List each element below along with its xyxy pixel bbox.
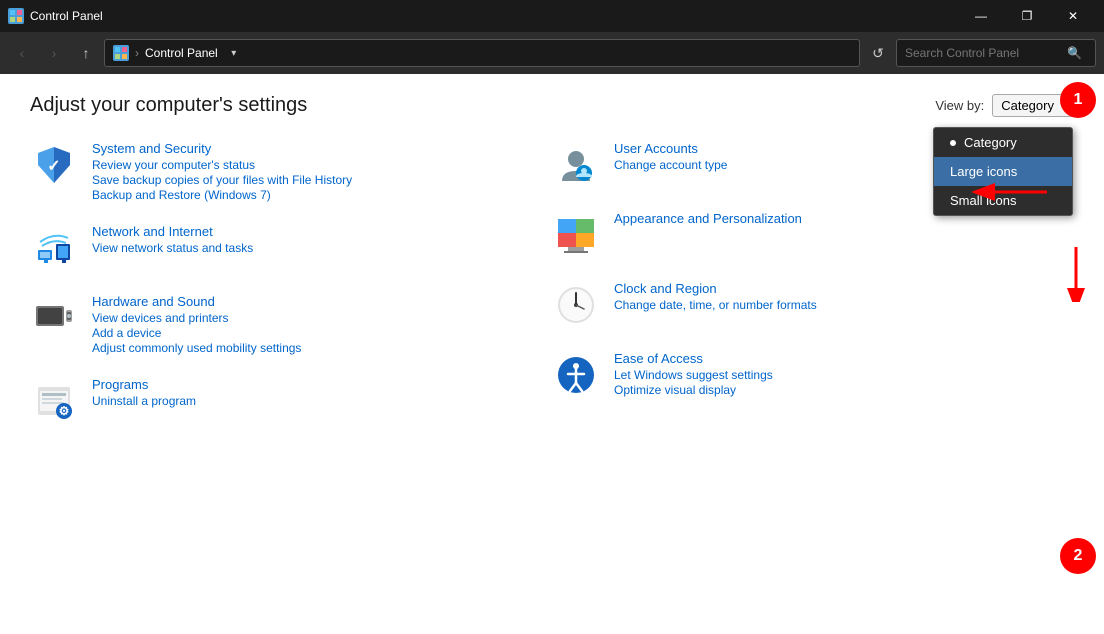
- window-title: Control Panel: [30, 9, 103, 23]
- view-by-value: Category: [1001, 98, 1054, 113]
- page-title: Adjust your computer's settings: [30, 94, 307, 117]
- appearance-item: Appearance and Personalization: [552, 211, 1074, 259]
- svg-text:✓: ✓: [47, 158, 60, 175]
- forward-button[interactable]: ›: [40, 39, 68, 67]
- search-icon[interactable]: 🔍: [1067, 46, 1087, 60]
- clock-formats-link[interactable]: Change date, time, or number formats: [614, 298, 817, 312]
- window-controls: — ❐ ✕: [958, 0, 1096, 32]
- hardware-sound-item: Hardware and Sound View devices and prin…: [30, 294, 552, 355]
- network-content: Network and Internet View network status…: [92, 224, 253, 255]
- annotation-1: 1: [1060, 82, 1096, 118]
- network-title[interactable]: Network and Internet: [92, 224, 253, 239]
- category-dot: [950, 140, 956, 146]
- view-by-menu: Category Large icons Small icons: [933, 127, 1073, 216]
- programs-title[interactable]: Programs: [92, 377, 196, 392]
- user-accounts-icon: [552, 141, 600, 189]
- ease-content: Ease of Access Let Windows suggest setti…: [614, 351, 773, 397]
- system-security-item: ✓ System and Security Review your comput…: [30, 141, 552, 202]
- arrow-to-large-icons: [1066, 242, 1086, 302]
- large-icons-label: Large icons: [950, 164, 1017, 179]
- appearance-title[interactable]: Appearance and Personalization: [614, 211, 802, 226]
- appearance-content: Appearance and Personalization: [614, 211, 802, 228]
- address-field[interactable]: › Control Panel ▾: [104, 39, 860, 67]
- category-label: Category: [964, 135, 1017, 150]
- hardware-add-link[interactable]: Add a device: [92, 326, 301, 340]
- ease-icon: [552, 351, 600, 399]
- path-separator: ›: [135, 46, 139, 60]
- maximize-button[interactable]: ❐: [1004, 0, 1050, 32]
- search-box[interactable]: 🔍: [896, 39, 1096, 67]
- ease-title[interactable]: Ease of Access: [614, 351, 773, 366]
- system-security-title[interactable]: System and Security: [92, 141, 352, 156]
- appearance-icon: [552, 211, 600, 259]
- hardware-mobility-link[interactable]: Adjust commonly used mobility settings: [92, 341, 301, 355]
- title-bar: Control Panel — ❐ ✕: [0, 0, 1104, 32]
- search-input[interactable]: [905, 46, 1061, 60]
- address-path: Control Panel: [145, 46, 218, 60]
- programs-uninstall-link[interactable]: Uninstall a program: [92, 394, 196, 408]
- ease-optimize-link[interactable]: Optimize visual display: [614, 383, 773, 397]
- view-by-container: View by: Category ▾ Category Large icons…: [935, 94, 1074, 117]
- system-restore-link[interactable]: Backup and Restore (Windows 7): [92, 188, 352, 202]
- clock-content: Clock and Region Change date, time, or n…: [614, 281, 817, 312]
- close-button[interactable]: ✕: [1050, 0, 1096, 32]
- menu-item-category[interactable]: Category: [934, 128, 1072, 157]
- programs-icon: ⚙: [30, 377, 78, 425]
- clock-region-item: Clock and Region Change date, time, or n…: [552, 281, 1074, 329]
- main-content: Adjust your computer's settings View by:…: [0, 74, 1104, 634]
- hardware-devices-link[interactable]: View devices and printers: [92, 311, 301, 325]
- back-button[interactable]: ‹: [8, 39, 36, 67]
- arrow-to-dropdown: [972, 182, 1052, 202]
- user-change-link[interactable]: Change account type: [614, 158, 727, 172]
- ease-suggest-link[interactable]: Let Windows suggest settings: [614, 368, 773, 382]
- svg-text:⚙: ⚙: [59, 404, 70, 418]
- up-button[interactable]: ↑: [72, 39, 100, 67]
- user-accounts-title[interactable]: User Accounts: [614, 141, 727, 156]
- programs-content: Programs Uninstall a program: [92, 377, 196, 408]
- address-cp-icon: [113, 45, 129, 61]
- programs-item: ⚙ Programs Uninstall a program: [30, 377, 552, 425]
- ease-access-item: Ease of Access Let Windows suggest setti…: [552, 351, 1074, 399]
- settings-left-column: ✓ System and Security Review your comput…: [30, 141, 552, 447]
- hardware-icon: [30, 294, 78, 342]
- clock-title[interactable]: Clock and Region: [614, 281, 817, 296]
- system-backup-link[interactable]: Save backup copies of your files with Fi…: [92, 173, 352, 187]
- clock-icon: [552, 281, 600, 329]
- title-bar-left: Control Panel: [8, 8, 103, 24]
- app-icon: [8, 8, 24, 24]
- network-status-link[interactable]: View network status and tasks: [92, 241, 253, 255]
- hardware-title[interactable]: Hardware and Sound: [92, 294, 301, 309]
- system-security-content: System and Security Review your computer…: [92, 141, 352, 202]
- network-internet-item: Network and Internet View network status…: [30, 224, 552, 272]
- view-by-label: View by:: [935, 98, 984, 113]
- hardware-content: Hardware and Sound View devices and prin…: [92, 294, 301, 355]
- address-bar: ‹ › ↑ › Control Panel ▾ ↺ 🔍: [0, 32, 1104, 74]
- network-icon: [30, 224, 78, 272]
- address-dropdown-button[interactable]: ▾: [224, 39, 244, 67]
- settings-grid: ✓ System and Security Review your comput…: [30, 141, 1074, 447]
- system-review-link[interactable]: Review your computer's status: [92, 158, 352, 172]
- user-accounts-content: User Accounts Change account type: [614, 141, 727, 172]
- content-header: Adjust your computer's settings View by:…: [30, 94, 1074, 117]
- system-security-icon: ✓: [30, 141, 78, 189]
- refresh-button[interactable]: ↺: [864, 39, 892, 67]
- annotation-2: 2: [1060, 538, 1096, 574]
- minimize-button[interactable]: —: [958, 0, 1004, 32]
